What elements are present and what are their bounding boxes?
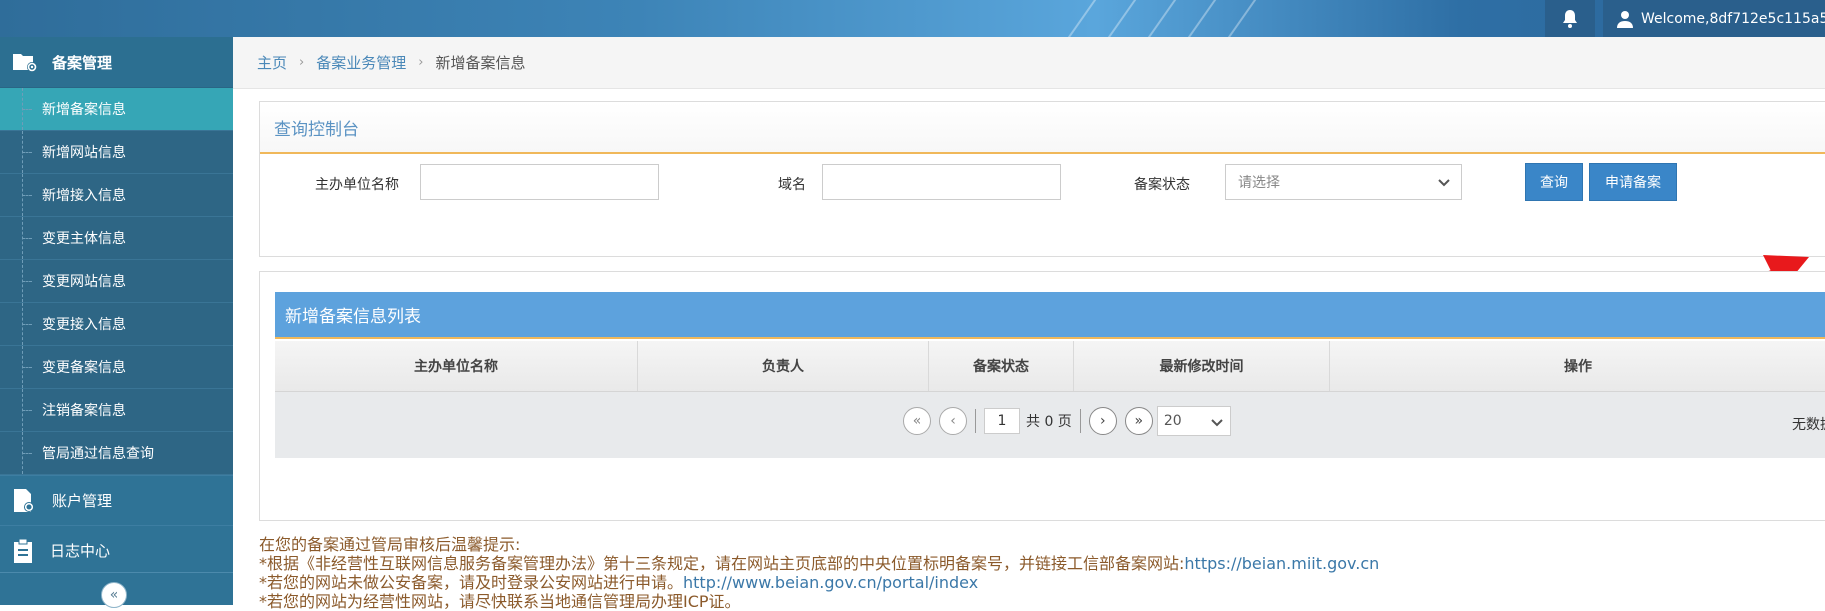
double-chevron-left-icon: « — [109, 587, 119, 603]
table-header: 主办单位名称 负责人 备案状态 最新修改时间 操作 — [275, 341, 1825, 392]
breadcrumb-current: 新增备案信息 — [435, 54, 526, 72]
filing-status-placeholder: 请选择 — [1238, 175, 1280, 191]
breadcrumb-parent[interactable]: 备案业务管理 — [316, 52, 406, 73]
tips-line-2: *若您的网站未做公安备案，请及时登录公安网站进行申请。http://www.be… — [259, 573, 1379, 592]
folder-gear-icon — [13, 54, 37, 72]
police-filing-link[interactable]: http://www.beian.gov.cn/portal/index — [683, 573, 978, 592]
column-header-modified-time: 最新修改时间 — [1074, 341, 1330, 391]
sidebar-item-label: 新增备案信息 — [42, 102, 126, 118]
pagination-divider — [975, 409, 976, 433]
sidebar-group-label: 日志中心 — [50, 542, 111, 560]
tips-line-1: *根据《非经营性互联网信息服务备案管理办法》第十三条规定，请在网站主页底部的中央… — [259, 554, 1379, 573]
next-page-button[interactable]: › — [1088, 407, 1117, 435]
chevron-left-icon: ‹ — [950, 413, 956, 429]
page-size-value: 20 — [1163, 413, 1182, 429]
prev-page-button[interactable]: ‹ — [939, 407, 967, 435]
column-header-actions: 操作 — [1564, 359, 1592, 375]
column-header-principal: 负责人 — [638, 341, 929, 391]
double-chevron-left-icon: « — [912, 413, 922, 429]
filing-status-label: 备案状态 — [1134, 177, 1190, 193]
pagination: « ‹ 1 共 0 页 › » 20 — [903, 406, 1231, 436]
sidebar-item-change-subject[interactable]: 变更主体信息 — [0, 217, 233, 260]
sidebar-item-label: 变更接入信息 — [42, 317, 126, 333]
sidebar-item-cancel-filing[interactable]: 注销备案信息 — [0, 389, 233, 432]
sidebar-item-change-access[interactable]: 变更接入信息 — [0, 303, 233, 346]
tips-line-2-text: *若您的网站未做公安备案，请及时登录公安网站进行申请。 — [259, 573, 684, 592]
query-panel: 查询控制台 主办单位名称 域名 备案状态 请选择 查询 申请备案 — [259, 101, 1825, 257]
document-gear-icon — [14, 488, 34, 512]
domain-label: 域名 — [778, 177, 806, 193]
filing-status-select[interactable]: 请选择 — [1225, 164, 1462, 200]
breadcrumb-home[interactable]: 主页 — [257, 52, 287, 73]
domain-input[interactable] — [822, 164, 1061, 200]
last-page-button[interactable]: » — [1124, 407, 1153, 435]
clipboard-icon — [14, 538, 32, 563]
sidebar-item-new-access[interactable]: 新增接入信息 — [0, 174, 233, 217]
chevron-down-icon — [1438, 179, 1450, 187]
tips-line-1-text: *根据《非经营性互联网信息服务备案管理办法》第十三条规定，请在网站主页底部的中央… — [259, 554, 1185, 573]
sidebar-item-new-filing[interactable]: 新增备案信息 — [0, 88, 233, 131]
chevron-down-icon — [1211, 419, 1223, 427]
apply-filing-button[interactable]: 申请备案 — [1589, 163, 1677, 201]
main-content: 主页 › 备案业务管理 › 新增备案信息 查询控制台 主办单位名称 域名 备案状… — [233, 37, 1825, 611]
sidebar-group-account[interactable]: 账户管理 — [0, 475, 233, 525]
table-pagination-bar: « ‹ 1 共 0 页 › » 20 无数据 — [275, 392, 1825, 458]
list-panel: 新增备案信息列表 主办单位名称 负责人 备案状态 最新修改时间 操作 « ‹ 1… — [259, 271, 1825, 521]
page-number-input[interactable]: 1 — [984, 408, 1020, 434]
unit-name-label: 主办单位名称 — [315, 177, 399, 193]
sidebar-section-filing[interactable]: 备案管理 — [0, 37, 233, 88]
filing-tips: 在您的备案通过管局审核后温馨提示: *根据《非经营性互联网信息服务备案管理办法》… — [259, 535, 1379, 611]
no-data-text: 无数据 — [1792, 417, 1825, 433]
list-panel-title: 新增备案信息列表 — [275, 292, 1825, 339]
query-panel-title: 查询控制台 — [260, 102, 1825, 154]
bell-icon — [1563, 9, 1577, 28]
sidebar-item-label: 变更备案信息 — [42, 360, 126, 376]
sidebar-item-label: 注销备案信息 — [42, 403, 126, 419]
welcome-text: Welcome,8df712e5c115a5 — [1641, 10, 1825, 27]
miit-link[interactable]: https://beian.miit.gov.cn — [1184, 554, 1379, 573]
sidebar-item-label: 变更主体信息 — [42, 231, 126, 247]
sidebar-group-logs[interactable]: 日志中心 — [0, 525, 233, 575]
sidebar-group-label: 账户管理 — [52, 492, 113, 510]
notifications-button[interactable] — [1545, 0, 1595, 37]
column-header-status: 备案状态 — [929, 341, 1074, 391]
sidebar-section-label: 备案管理 — [52, 53, 113, 72]
first-page-button[interactable]: « — [903, 407, 931, 435]
pagination-divider — [1079, 409, 1081, 433]
sidebar-item-change-website[interactable]: 变更网站信息 — [0, 260, 233, 303]
sidebar-item-label: 变更网站信息 — [42, 274, 126, 290]
sidebar-item-change-filing[interactable]: 变更备案信息 — [0, 346, 233, 389]
chevron-right-icon: › — [299, 55, 305, 70]
column-header-unit-name: 主办单位名称 — [275, 341, 638, 391]
sidebar-item-new-website[interactable]: 新增网站信息 — [0, 131, 233, 174]
chevron-right-icon: › — [1100, 413, 1106, 429]
tips-title: 在您的备案通过管局审核后温馨提示: — [259, 535, 521, 554]
user-icon — [1617, 10, 1633, 28]
user-menu[interactable]: Welcome,8df712e5c115a5 — [1603, 0, 1825, 37]
collapse-sidebar-button[interactable]: « — [101, 582, 127, 608]
query-button[interactable]: 查询 — [1525, 163, 1583, 201]
page-size-select[interactable]: 20 — [1156, 406, 1231, 436]
sidebar-item-label: 新增接入信息 — [42, 188, 126, 204]
breadcrumb: 主页 › 备案业务管理 › 新增备案信息 — [233, 37, 1825, 89]
top-banner: Welcome,8df712e5c115a5 — [0, 0, 1825, 37]
unit-name-input[interactable] — [420, 164, 659, 200]
double-chevron-right-icon: » — [1134, 413, 1144, 429]
chevron-right-icon: › — [418, 55, 424, 70]
sidebar-item-label: 新增网站信息 — [42, 145, 126, 161]
tips-line-3: *若您的网站为经营性网站，请尽快联系当地通信管理局办理ICP证。 — [259, 592, 741, 611]
total-pages-text: 共 0 页 — [1026, 414, 1072, 430]
sidebar: 备案管理 新增备案信息 新增网站信息 新增接入信息 变更主体信息 变更网站信息 … — [0, 37, 233, 608]
sidebar-item-bureau-query[interactable]: 管局通过信息查询 — [0, 432, 233, 475]
sidebar-item-label: 管局通过信息查询 — [42, 446, 154, 462]
